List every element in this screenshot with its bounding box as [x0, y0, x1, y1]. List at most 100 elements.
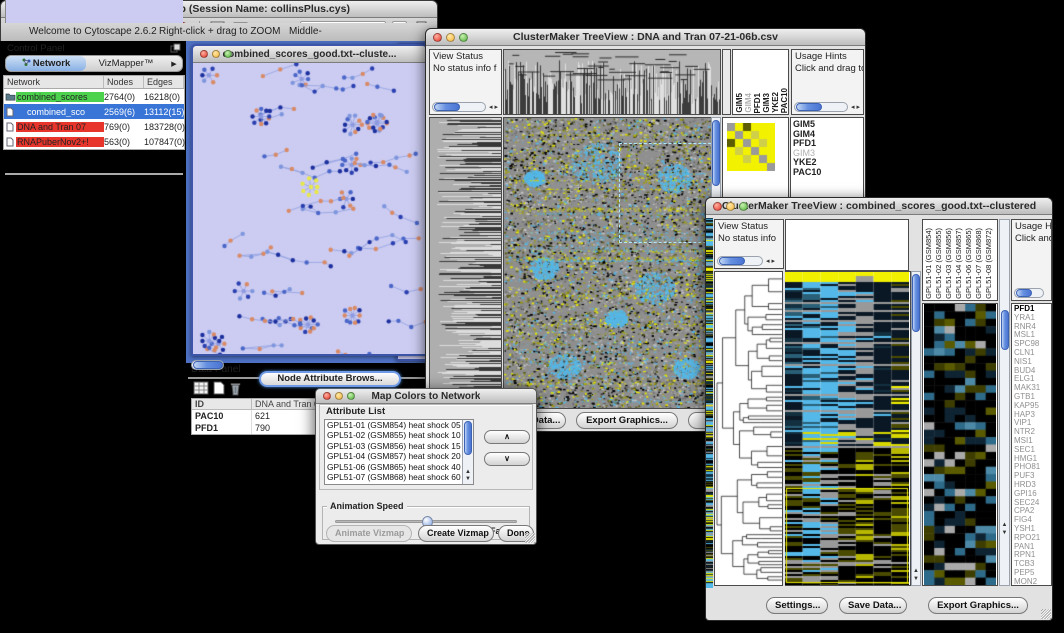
column-label[interactable]: GIM3 [762, 93, 771, 113]
minimize-button[interactable] [726, 202, 735, 211]
minimize-button[interactable] [212, 50, 220, 58]
network-view-canvas[interactable] [193, 63, 426, 354]
attribute-list-item[interactable]: GPL51-03 (GSM856) heat shock 15 min [325, 441, 462, 451]
scroll-up-icon[interactable]: ▲ [463, 469, 473, 476]
col-edges[interactable]: Edges [144, 76, 184, 88]
tab-network[interactable]: Network [6, 56, 86, 71]
export-graphics-button[interactable]: Export Graphics... [928, 597, 1028, 614]
mini-scroll-strip[interactable] [722, 49, 731, 115]
close-button[interactable] [713, 202, 722, 211]
zoom-button[interactable] [739, 202, 748, 211]
scrollbar-thumb[interactable] [434, 103, 460, 111]
node-attribute-browser-tab[interactable]: Node Attribute Brows... [259, 371, 401, 387]
attribute-list-item[interactable]: GPL51-02 (GSM855) heat shock 10 min [325, 430, 462, 440]
resize-grip[interactable] [525, 533, 535, 543]
scroll-up-icon[interactable]: ▲ [912, 568, 920, 575]
network-list-row[interactable]: combined_sco 2569(6) 13112(15) [4, 104, 184, 119]
save-data-button[interactable]: Save Data... [839, 597, 907, 614]
scroll-arrows-icon[interactable]: ◂▸ [766, 257, 777, 265]
network-list-row[interactable]: combined_scores 2764(0) 16218(0) [4, 89, 184, 104]
col-network[interactable]: Network [4, 76, 104, 88]
export-graphics-button[interactable]: Export Graphics... [576, 412, 678, 429]
treeview1-titlebar[interactable]: ClusterMaker TreeView : DNA and Tran 07-… [426, 29, 865, 46]
zoom-heatmap-canvas[interactable] [727, 123, 775, 171]
heatmap-vscrollbar[interactable]: ▲ ▼ [911, 271, 921, 586]
network-window-titlebar[interactable]: combined_scores_good.txt--cluste... [193, 46, 426, 63]
float-panel-icon[interactable] [170, 43, 181, 53]
minimize-button[interactable] [446, 33, 455, 42]
close-button[interactable] [200, 50, 208, 58]
usage-hints-scrollbar[interactable]: ◂▸ [794, 101, 862, 112]
create-vizmap-button[interactable]: Create Vizmap [418, 525, 494, 542]
zoom-button[interactable] [347, 392, 355, 400]
column-label[interactable]: PFD1 [753, 93, 762, 113]
scrollbar-thumb[interactable] [193, 361, 223, 369]
global-overview-strip[interactable] [706, 218, 713, 588]
row-dendrogram-panel[interactable] [714, 271, 783, 586]
column-label[interactable]: GPL51-07 (GSM868) [974, 228, 984, 299]
col-id[interactable]: ID [192, 399, 252, 409]
animate-vizmap-button[interactable]: Animate Vizmap [326, 525, 412, 542]
scrollbar-thumb[interactable] [1001, 310, 1009, 350]
data-panel-hscrollbar[interactable] [191, 360, 224, 370]
gene-label[interactable]: MON2 [1014, 578, 1051, 586]
column-label[interactable]: GPL51-01 (GSM854) [924, 228, 934, 299]
settings-button[interactable]: Settings... [766, 597, 828, 614]
zoom-heatmap-panel[interactable] [922, 303, 998, 586]
tab-overflow-button[interactable]: ▶ [166, 60, 182, 68]
zoom-button[interactable] [459, 33, 468, 42]
network-view-window[interactable]: combined_scores_good.txt--cluste... [191, 44, 428, 356]
scroll-down-icon[interactable]: ▼ [912, 576, 920, 583]
attribute-list-item[interactable]: GPL51-01 (GSM854) heat shock 05 min [325, 420, 462, 430]
column-label[interactable]: GPL51-02 (GSM855) [934, 228, 944, 299]
column-dendrogram-canvas[interactable] [504, 50, 720, 114]
heatmap-global-panel[interactable] [503, 117, 721, 409]
scrollbar-thumb[interactable] [719, 257, 745, 265]
column-label[interactable]: GIM5 [735, 93, 744, 113]
network-list-row[interactable]: RNAPuberNov2+! 563(0) 107847(0) [4, 134, 184, 149]
zoom-button[interactable] [224, 50, 232, 58]
delete-attribute-icon[interactable] [229, 381, 242, 396]
row-dendrogram-panel[interactable] [429, 117, 502, 409]
column-label[interactable]: YKE2 [771, 92, 780, 113]
scrollbar-thumb[interactable] [1016, 289, 1032, 297]
heatmap-global-panel[interactable] [785, 271, 911, 586]
scroll-down-icon[interactable]: ▼ [1000, 530, 1009, 537]
scroll-down-icon[interactable]: ▼ [463, 476, 473, 483]
view-status-scrollbar[interactable]: ◂▸ [432, 101, 500, 112]
scroll-up-icon[interactable]: ▲ [1000, 522, 1009, 529]
resize-grip[interactable] [1041, 609, 1051, 619]
animation-speed-slider[interactable] [335, 520, 517, 523]
close-button[interactable] [433, 33, 442, 42]
scrollbar-thumb[interactable] [796, 103, 822, 111]
new-attribute-icon[interactable] [213, 381, 225, 395]
dialog-titlebar[interactable]: Map Colors to Network [316, 389, 536, 404]
usage-hints-scrollbar[interactable] [1014, 287, 1044, 298]
gene-label[interactable]: PAC10 [793, 168, 863, 178]
scrollbar-thumb[interactable] [912, 274, 920, 332]
move-down-button[interactable]: ∨ [484, 452, 530, 466]
tab-vizmapper[interactable]: VizMapper™ [86, 56, 166, 71]
labels-vscrollbar[interactable]: ▲ ▼ [999, 219, 1010, 586]
column-dendrogram-panel[interactable] [503, 49, 721, 115]
scrollbar-thumb[interactable] [464, 421, 472, 455]
column-label[interactable]: GPL51-08 (GSM872) [984, 228, 994, 299]
attribute-table-icon[interactable] [193, 381, 209, 395]
minimize-button[interactable] [335, 392, 343, 400]
attribute-list-scrollbar[interactable]: ▲ ▼ [462, 420, 473, 484]
close-button[interactable] [323, 392, 331, 400]
scroll-arrows-icon[interactable]: ◂▸ [489, 103, 500, 111]
heatmap-global-canvas[interactable] [785, 272, 909, 585]
attribute-list-item[interactable]: GPL51-07 (GSM868) heat shock 60 min [325, 472, 462, 482]
scroll-arrows-icon[interactable]: ◂▸ [851, 103, 862, 111]
move-up-button[interactable]: ∧ [484, 430, 530, 444]
scrollbar-thumb[interactable] [712, 120, 720, 186]
column-dendrogram-panel[interactable] [785, 219, 909, 271]
row-dendrogram-canvas[interactable] [715, 272, 782, 585]
column-label[interactable]: GPL51-03 (GSM856) [944, 228, 954, 299]
zoom-heatmap-canvas[interactable] [924, 304, 996, 585]
column-label[interactable]: GPL51-06 (GSM865) [964, 228, 974, 299]
treeview2-titlebar[interactable]: ClusterMaker TreeView : combined_scores_… [706, 198, 1052, 215]
column-label[interactable]: GPL51-04 (GSM857) [954, 228, 964, 299]
column-label[interactable]: GIM4 [744, 93, 753, 113]
